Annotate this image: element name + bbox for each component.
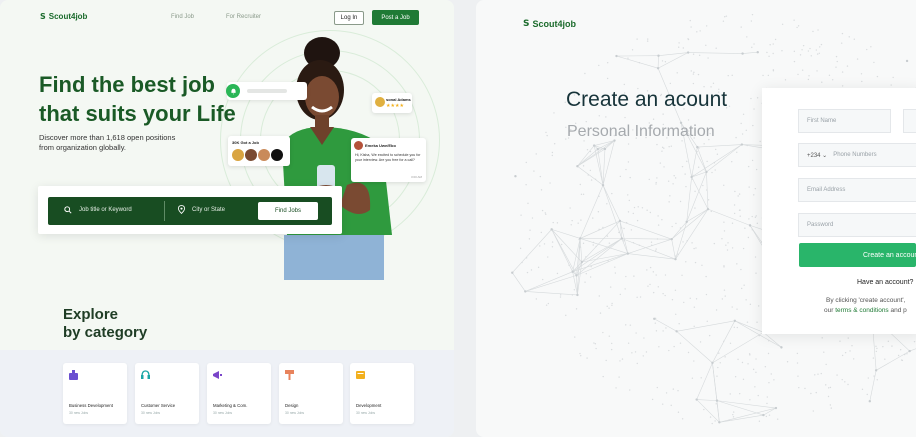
notification-placeholder-bar [247,89,287,93]
terms-conditions-link[interactable]: terms & conditions [835,307,888,314]
avatar [354,141,363,150]
category-card-development[interactable]: Development 30 new Jobs [350,363,414,424]
message-card: Emeka Uwe/Ebo Hi, Kisha, We excited to s… [351,138,426,182]
signup-title: Create an acount [566,88,728,111]
password-field[interactable]: Password [798,213,916,237]
find-jobs-button[interactable]: Find Jobs [258,202,318,220]
search-icon [64,206,72,216]
first-name-placeholder: First Name [807,118,837,124]
terms-line: our terms & conditions and p [824,307,907,314]
category-count: 30 new Jobs [356,411,376,415]
first-name-field[interactable]: First Name [798,109,891,133]
post-job-button[interactable]: Post a Job [372,10,419,25]
create-account-button[interactable]: Create an account [799,243,916,267]
location-pin-icon [177,205,186,216]
brand-name: Scout4job [48,12,88,21]
code-window-icon [356,371,365,379]
avatar [375,97,385,107]
category-count: 30 new Jobs [213,411,233,415]
logo-mark-icon: S [40,12,46,21]
explore-heading-line2: by category [63,324,148,341]
logo-mark-icon: S [523,19,530,29]
category-card-design[interactable]: Design 30 new Jobs [279,363,343,424]
explore-heading-line1: Explore [63,306,119,323]
rating-name: sonal Adams [386,97,411,102]
headset-icon [141,370,150,379]
message-text: Hi, Kisha, We excited to schedule you fo… [355,153,421,162]
email-placeholder: Email Address [807,187,846,193]
screenshot-canvas: S Scout4job Find Job For Recruiter Log I… [0,0,916,437]
hero-subtitle: Discover more than 1,618 open positions … [39,133,199,153]
landing-page: S Scout4job Find Job For Recruiter Log I… [0,0,454,437]
avatar [258,149,270,161]
brand-name: Scout4job [532,19,576,29]
category-card-business-development[interactable]: Business Development 30 new Jobs [63,363,127,424]
megaphone-icon [213,371,222,379]
avatar [271,149,283,161]
keyword-search-input[interactable]: Job title or Keyword [79,207,132,213]
terms-text: By clicking 'create account', [826,297,906,304]
brand-logo[interactable]: S Scout4job [40,12,87,21]
category-label: Development [356,403,382,408]
category-label: Design [285,403,299,408]
got-job-text: 30K Got a Job [232,140,259,145]
category-count: 30 new Jobs [285,411,305,415]
country-code-select[interactable]: +234 ⌄ [807,152,827,159]
email-field[interactable]: Email Address [798,178,916,202]
avatar [245,149,257,161]
have-account-link[interactable]: Have an account? [857,279,913,286]
rating-card: sonal Adams ★★★★ [372,93,412,113]
paint-brush-icon [285,370,294,380]
category-count: 30 new Jobs [141,411,161,415]
category-label: Customer Service [141,403,176,408]
nav-find-job[interactable]: Find Job [171,14,194,20]
category-label: Business Development [69,403,113,408]
message-time: 3:00 AM [410,175,422,179]
phone-placeholder: Phone Numbers [833,152,877,158]
nav-for-recruiter[interactable]: For Recruiter [226,14,261,20]
terms-suffix: and p [890,307,907,314]
login-button[interactable]: Log In [334,11,364,25]
bell-icon [226,84,240,98]
got-job-card: 30K Got a Job [228,136,290,166]
avatar [232,149,244,161]
rating-stars-icon: ★★★★ [386,103,404,109]
signup-subtitle: Personal Information [567,123,715,140]
hero-subtitle-line1: Discover more than 1,618 open positions [39,133,176,142]
hero-subtitle-line2: from organization globally. [39,143,126,152]
briefcase-icon [69,370,78,380]
phone-field[interactable]: +234 ⌄ Phone Numbers [798,143,916,167]
category-card-marketing[interactable]: Marketing & Com. 30 new Jobs [207,363,271,424]
category-label: Marketing & Com. [213,403,248,408]
password-placeholder: Password [807,222,834,228]
top-nav: S Scout4job Find Job For Recruiter Log I… [0,0,454,36]
category-count: 30 new Jobs [69,411,89,415]
category-card-customer-service[interactable]: Customer Service 30 new Jobs [135,363,199,424]
brand-logo[interactable]: S Scout4job [523,19,576,29]
explore-heading: Explore by category [63,306,147,342]
location-search-input[interactable]: City or State [192,207,225,213]
search-divider [164,201,165,221]
terms-prefix: our [824,307,834,314]
message-sender: Emeka Uwe/Ebo [365,143,396,148]
last-name-field[interactable] [903,109,916,133]
